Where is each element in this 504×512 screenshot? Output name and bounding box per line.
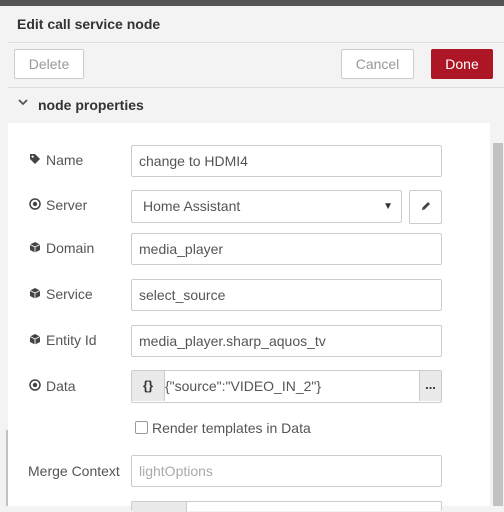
dot-circle-icon: [28, 379, 42, 394]
pencil-icon: [420, 199, 432, 215]
service-input[interactable]: select_source: [131, 279, 442, 311]
dot-circle-icon: [28, 198, 42, 213]
next-field-partial[interactable]: [131, 501, 442, 512]
cube-icon: [28, 241, 42, 256]
select-arrow-icon: ▼: [383, 201, 393, 212]
name-label-group: Name: [28, 152, 83, 168]
json-type-button[interactable]: {}: [132, 371, 165, 401]
server-select-value: Home Assistant: [143, 198, 241, 214]
tag-icon: [28, 153, 42, 168]
merge-context-label: Merge Context: [28, 463, 120, 479]
name-input[interactable]: change to HDMI4: [131, 145, 442, 177]
entity-id-label: Entity Id: [46, 332, 97, 348]
entity-id-label-group: Entity Id: [28, 332, 97, 348]
server-label-group: Server: [28, 197, 87, 213]
dialog-title-bar: Edit call service node: [8, 6, 504, 43]
done-button[interactable]: Done: [431, 49, 493, 79]
cube-icon: [28, 333, 42, 348]
domain-label-group: Domain: [28, 240, 94, 256]
service-label: Service: [46, 286, 93, 302]
delete-button[interactable]: Delete: [14, 49, 84, 79]
data-label-group: Data: [28, 378, 76, 394]
chevron-down-icon: [18, 96, 28, 110]
name-label: Name: [46, 152, 84, 168]
service-label-group: Service: [28, 286, 93, 302]
dialog-title: Edit call service node: [17, 16, 161, 32]
entity-id-input[interactable]: media_player.sharp_aquos_tv: [131, 325, 442, 357]
domain-label: Domain: [46, 240, 95, 256]
section-title: node properties: [38, 97, 144, 113]
merge-context-input[interactable]: lightOptions: [131, 455, 442, 487]
expand-editor-button[interactable]: ...: [419, 371, 441, 401]
section-header[interactable]: node properties: [8, 87, 504, 123]
server-label: Server: [46, 197, 88, 213]
next-field-type[interactable]: [132, 502, 187, 512]
data-input[interactable]: {"source":"VIDEO_IN_2"}: [165, 371, 321, 401]
scrollbar-thumb[interactable]: [493, 143, 503, 506]
edit-server-button[interactable]: [409, 190, 442, 224]
data-typed-input[interactable]: {} {"source":"VIDEO_IN_2"} ...: [131, 370, 442, 403]
domain-input[interactable]: media_player: [131, 233, 442, 265]
button-bar: Delete Cancel Done: [8, 43, 504, 87]
resize-handle[interactable]: [6, 430, 8, 506]
server-select[interactable]: Home Assistant ▼: [131, 190, 402, 223]
form-area: [8, 123, 490, 506]
render-templates-checkbox[interactable]: [135, 421, 148, 434]
cube-icon: [28, 287, 42, 302]
render-templates-label: Render templates in Data: [152, 420, 311, 436]
data-label: Data: [46, 378, 76, 394]
cancel-button[interactable]: Cancel: [341, 49, 414, 79]
